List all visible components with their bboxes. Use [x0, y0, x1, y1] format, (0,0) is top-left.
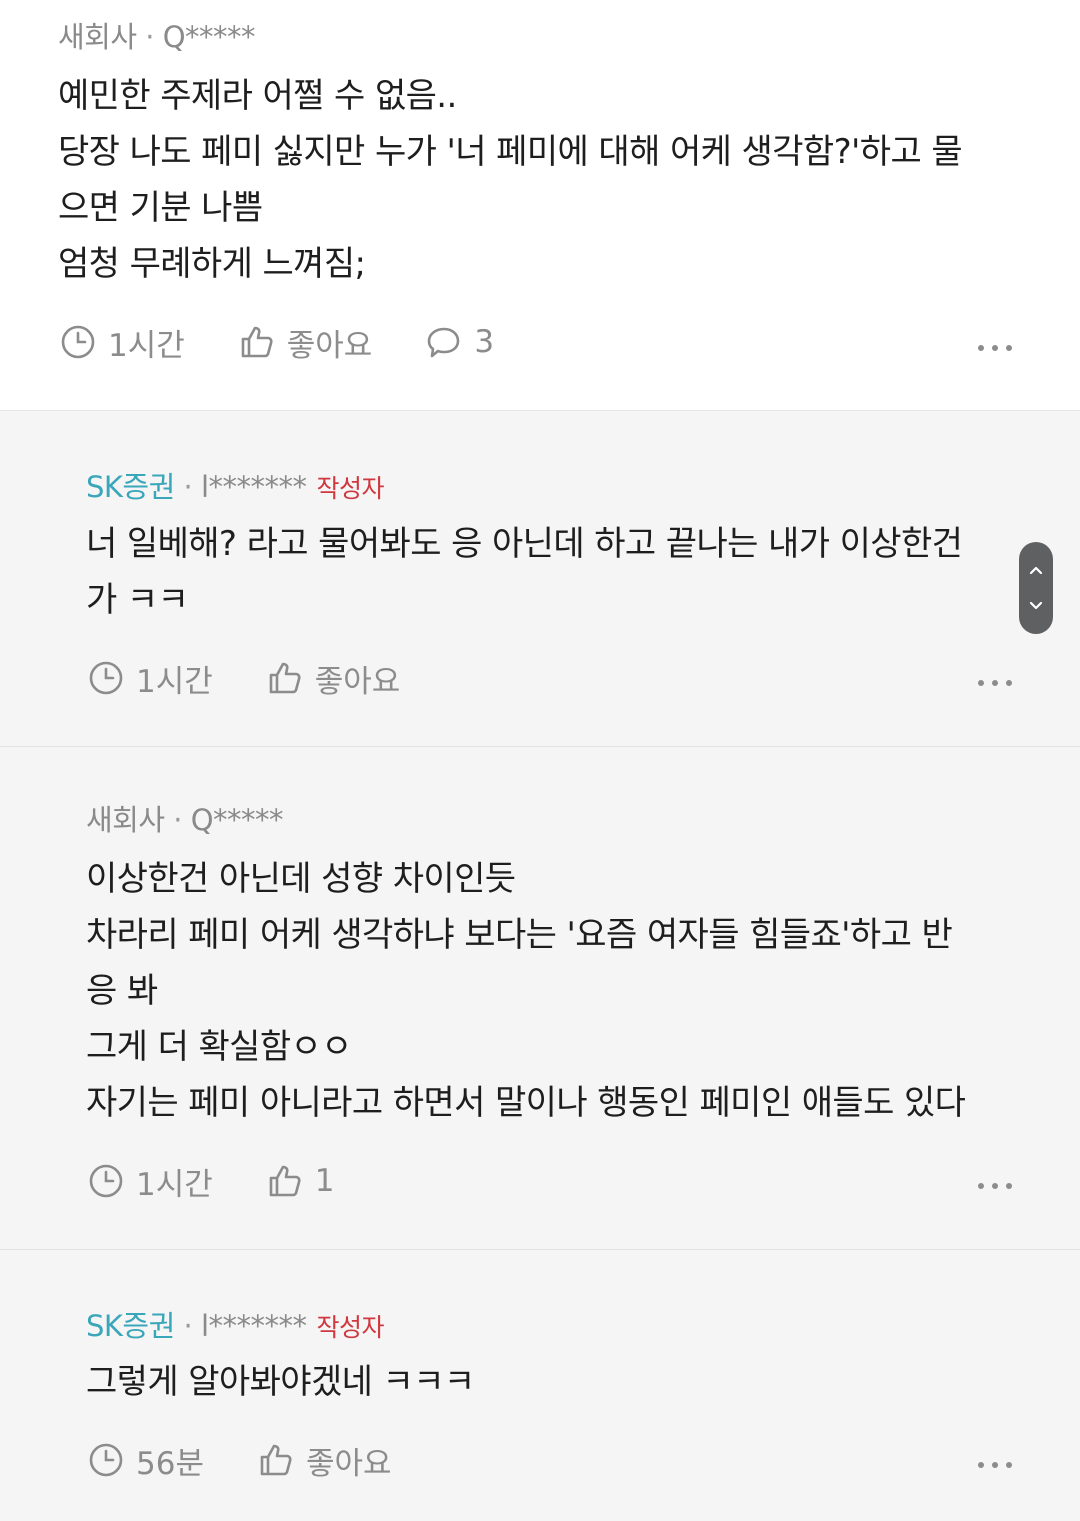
comment-author[interactable]: SK증권 · l******* 작성자: [86, 464, 385, 506]
reply-button[interactable]: 3: [426, 324, 494, 360]
comment-time: 1시간: [88, 1159, 213, 1204]
comment-text: 너 일베해? 라고 물어봐도 응 아닌데 하고 끝나는 내가 이상한건 가 ㅋㅋ: [86, 524, 963, 620]
author-id: Q*****: [190, 803, 284, 837]
comment-time: 1시간: [88, 656, 213, 701]
chevron-down-icon[interactable]: [1028, 597, 1044, 613]
thumbs-up-icon: [269, 662, 301, 694]
like-button[interactable]: 1: [267, 1163, 335, 1199]
like-count: 1: [314, 1163, 335, 1199]
author-company: 새회사: [86, 803, 165, 837]
time-label: 1시간: [136, 1166, 213, 1203]
reply-count: 3: [474, 324, 495, 360]
clock-icon: [89, 1443, 123, 1477]
author-separator: ·: [174, 470, 201, 504]
author-id: l*******: [200, 470, 307, 504]
clock-icon: [89, 1164, 123, 1198]
like-button[interactable]: 좋아요: [239, 320, 373, 365]
comment-text: 예민한 주제라 어쩔 수 없음.. 당장 나도 페미 싫지만 누가 '너 페미에…: [58, 76, 963, 284]
comment-author[interactable]: SK증권 · l******* 작성자: [86, 1303, 385, 1345]
more-dots-icon[interactable]: [978, 678, 1012, 688]
comment-time: 56분: [88, 1438, 204, 1483]
like-label: 좋아요: [305, 1445, 392, 1482]
author-company: SK증권: [86, 470, 175, 504]
author-id: Q*****: [162, 20, 256, 54]
more-dots-icon[interactable]: [978, 1460, 1012, 1470]
time-label: 1시간: [108, 327, 185, 364]
author-badge: 작성자: [316, 474, 385, 503]
author-separator: ·: [136, 20, 163, 54]
author-id: l*******: [200, 1309, 307, 1343]
thumbs-up-icon: [241, 326, 273, 358]
comment-item: 새회사 · Q***** 예민한 주제라 어쩔 수 없음.. 당장 나도 페미 …: [0, 0, 1080, 410]
time-label: 1시간: [136, 663, 213, 700]
comment-actions: 56분 좋아요: [88, 1438, 446, 1482]
reply-item: SK증권 · l******* 작성자 너 일베해? 라고 물어봐도 응 아닌데 …: [0, 410, 1080, 746]
like-label: 좋아요: [314, 663, 401, 700]
thumbs-up-icon: [269, 1165, 301, 1197]
chevron-up-icon[interactable]: [1028, 563, 1044, 579]
like-button[interactable]: 좋아요: [258, 1438, 392, 1483]
comment-text: 이상한건 아닌데 성향 차이인듯 차라리 페미 어케 생각하냐 보다는 '요즘 …: [86, 859, 966, 1123]
like-label: 좋아요: [286, 327, 373, 364]
scroll-navigation-handle[interactable]: [1019, 542, 1053, 634]
comment-author[interactable]: 새회사 · Q*****: [86, 797, 284, 839]
clock-icon: [61, 325, 95, 359]
reply-item: 새회사 · Q***** 이상한건 아닌데 성향 차이인듯 차라리 페미 어케 …: [0, 746, 1080, 1249]
comment-actions: 1시간 1: [88, 1159, 389, 1203]
speech-bubble-icon: [428, 327, 460, 358]
thumbs-up-icon: [260, 1444, 292, 1476]
comment-actions: 1시간 좋아요: [88, 656, 454, 700]
reply-item: SK증권 · l******* 작성자 그렇게 알아봐야겠네 ㅋㅋㅋ 56분 좋아…: [0, 1249, 1080, 1521]
clock-icon: [89, 661, 123, 695]
time-label: 56분: [136, 1445, 204, 1482]
like-button[interactable]: 좋아요: [267, 656, 401, 701]
comment-time: 1시간: [60, 320, 185, 365]
author-separator: ·: [174, 1309, 201, 1343]
comment-text: 그렇게 알아봐야겠네 ㅋㅋㅋ: [86, 1362, 475, 1402]
more-dots-icon[interactable]: [978, 1181, 1012, 1191]
comment-author[interactable]: 새회사 · Q*****: [58, 14, 256, 56]
author-separator: ·: [164, 803, 191, 837]
author-company: 새회사: [58, 20, 137, 54]
more-dots-icon[interactable]: [978, 343, 1012, 353]
author-badge: 작성자: [316, 1313, 385, 1342]
author-company: SK증권: [86, 1309, 175, 1343]
comment-actions: 1시간 좋아요 3: [60, 320, 548, 364]
